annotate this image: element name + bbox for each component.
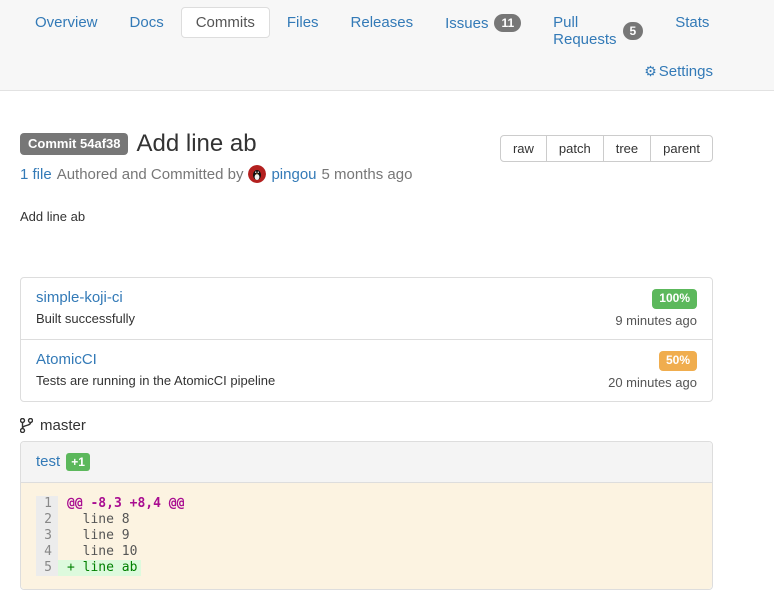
tab-files-link[interactable]: Files: [272, 7, 334, 38]
tab-pull-requests-link[interactable]: Pull Requests5: [538, 7, 658, 55]
diff-file-header: test +1: [21, 442, 712, 483]
patch-button[interactable]: patch: [546, 135, 604, 162]
ci-item-atomicci: AtomicCI Tests are running in the Atomic…: [21, 339, 712, 401]
settings-link[interactable]: ⚙Settings: [644, 63, 713, 80]
line-number: 2: [36, 512, 58, 528]
line-code: @@ -8,3 +8,4 @@: [58, 496, 188, 512]
lines-added-badge: +1: [66, 453, 90, 471]
diff-line: 4 line 10: [36, 544, 697, 560]
settings-row: ⚙Settings: [20, 55, 713, 84]
line-code: + line ab: [58, 560, 141, 576]
branch-icon: [20, 418, 33, 433]
ci-status-list: simple-koji-ci Built successfully 100% 9…: [20, 277, 713, 401]
diff-line: 5 + line ab: [36, 560, 697, 576]
ci-status-text: Tests are running in the AtomicCI pipeli…: [36, 373, 275, 388]
tab-stats-link[interactable]: Stats: [660, 7, 724, 38]
line-number: 4: [36, 544, 58, 560]
gear-icon: ⚙: [644, 63, 657, 79]
pull-requests-count-badge: 5: [623, 22, 644, 40]
tab-docs[interactable]: Docs: [115, 7, 179, 38]
tab-commits-link[interactable]: Commits: [181, 7, 270, 38]
ci-item-simple-koji-ci: simple-koji-ci Built successfully 100% 9…: [21, 278, 712, 339]
commit-byline: 1 file Authored and Committed by pingou …: [20, 165, 412, 183]
raw-button[interactable]: raw: [500, 135, 547, 162]
tab-files[interactable]: Files: [272, 7, 334, 38]
diff-file-link[interactable]: test: [36, 453, 60, 470]
tab-releases[interactable]: Releases: [336, 7, 429, 38]
tab-commits[interactable]: Commits: [181, 7, 270, 38]
avatar: [248, 165, 266, 183]
issues-count-badge: 11: [494, 14, 521, 32]
ci-percent-badge: 100%: [652, 289, 697, 309]
commit-hash-badge: Commit 54af38: [20, 133, 128, 155]
diff-body: 1 @@ -8,3 +8,4 @@ 2 line 8 3 line 9 4 li…: [21, 483, 712, 589]
tab-releases-link[interactable]: Releases: [336, 7, 429, 38]
files-changed-link[interactable]: 1 file: [20, 166, 52, 183]
tab-docs-link[interactable]: Docs: [115, 7, 179, 38]
ci-name-link[interactable]: AtomicCI: [36, 351, 97, 368]
line-code: line 10: [58, 544, 141, 560]
line-number: 1: [36, 496, 58, 512]
settings-label: Settings: [659, 63, 713, 80]
tab-overview-link[interactable]: Overview: [20, 7, 113, 38]
ci-name-link[interactable]: simple-koji-ci: [36, 289, 123, 306]
tab-overview[interactable]: Overview: [20, 7, 113, 38]
line-number: 3: [36, 528, 58, 544]
commit-description: Add line ab: [20, 209, 713, 224]
byline-text: Authored and Committed by: [57, 166, 244, 183]
commit-header: Commit 54af38 Add line ab 1 file Authore…: [20, 131, 713, 183]
line-number: 5: [36, 560, 58, 576]
tab-pull-requests[interactable]: Pull Requests5: [538, 7, 658, 55]
tab-issues[interactable]: Issues11: [430, 7, 536, 39]
ci-timestamp: 9 minutes ago: [615, 313, 697, 328]
diff-line: 1 @@ -8,3 +8,4 @@: [36, 496, 697, 512]
line-code: line 9: [58, 528, 134, 544]
parent-button[interactable]: parent: [650, 135, 713, 162]
diff-line: 3 line 9: [36, 528, 697, 544]
ci-status-text: Built successfully: [36, 311, 135, 326]
commit-page: Commit 54af38 Add line ab 1 file Authore…: [20, 131, 713, 590]
author-link[interactable]: pingou: [271, 166, 316, 183]
tab-stats[interactable]: Stats: [660, 7, 724, 38]
ci-timestamp: 20 minutes ago: [608, 375, 697, 390]
ci-percent-badge: 50%: [659, 351, 697, 371]
branch-heading: master: [20, 417, 713, 434]
project-masthead: Overview Docs Commits Files Releases Iss…: [0, 0, 774, 91]
branch-name: master: [40, 417, 86, 434]
commit-title: Add line ab: [136, 131, 256, 157]
line-code: line 8: [58, 512, 134, 528]
commit-actions: raw patch tree parent: [500, 135, 713, 162]
project-nav-tabs: Overview Docs Commits Files Releases Iss…: [20, 7, 713, 55]
commit-age: 5 months ago: [322, 166, 413, 183]
diff-line: 2 line 8: [36, 512, 697, 528]
diff-panel: test +1 1 @@ -8,3 +8,4 @@ 2 line 8 3 lin…: [20, 441, 713, 590]
tree-button[interactable]: tree: [603, 135, 651, 162]
tab-issues-link[interactable]: Issues11: [430, 7, 536, 39]
